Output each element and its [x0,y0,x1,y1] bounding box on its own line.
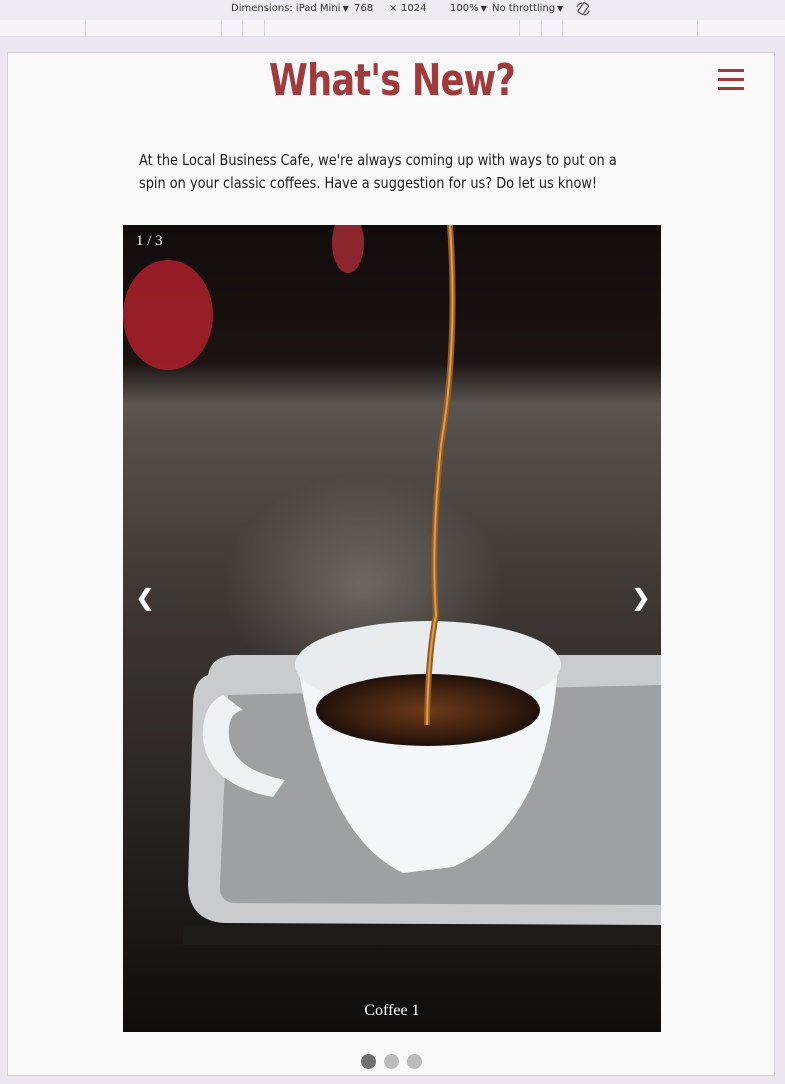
dimensions-label: Dimensions: iPad Mini [231,3,341,14]
devtools-toolbar: Dimensions: iPad Mini ▼ 768 × 1024 100% ▼ … [0,0,785,20]
height-input[interactable]: 1024 [401,3,426,14]
slide-dot-3[interactable] [407,1054,422,1069]
slide-counter: 1 / 3 [136,233,163,249]
dimensions-dropdown[interactable]: Dimensions: iPad Mini ▼ [231,3,349,14]
page-title: What's New? [269,55,516,106]
zoom-dropdown[interactable]: 100% ▼ [450,3,487,14]
width-input[interactable]: 768 [354,3,373,14]
throttling-dropdown[interactable]: No throttling ▼ [492,3,563,14]
slide-indicators [361,1054,430,1070]
device-viewport: What's New? At the Local Business Cafe, … [7,52,775,1076]
slide-caption: Coffee 1 [364,1002,420,1019]
hamburger-icon[interactable] [718,69,744,99]
media-query-bar[interactable] [0,20,785,37]
chevron-down-icon: ▼ [557,4,564,13]
chevron-down-icon: ▼ [480,4,487,13]
zoom-label: 100% [450,3,479,14]
coffee-photo [123,225,661,1032]
throttling-label: No throttling [492,3,556,14]
slideshow-slide: 1 / 3 ❮ ❯ Coffee 1 [123,225,661,1032]
rotate-icon[interactable] [575,1,591,17]
next-slide-button[interactable]: ❯ [629,583,653,613]
slide-dot-2[interactable] [384,1054,399,1069]
intro-text: At the Local Business Cafe, we're always… [139,151,617,192]
slide-dot-1[interactable] [361,1054,376,1069]
previous-slide-button[interactable]: ❮ [133,583,157,613]
times-symbol: × [389,3,398,14]
chevron-down-icon: ▼ [342,4,349,13]
